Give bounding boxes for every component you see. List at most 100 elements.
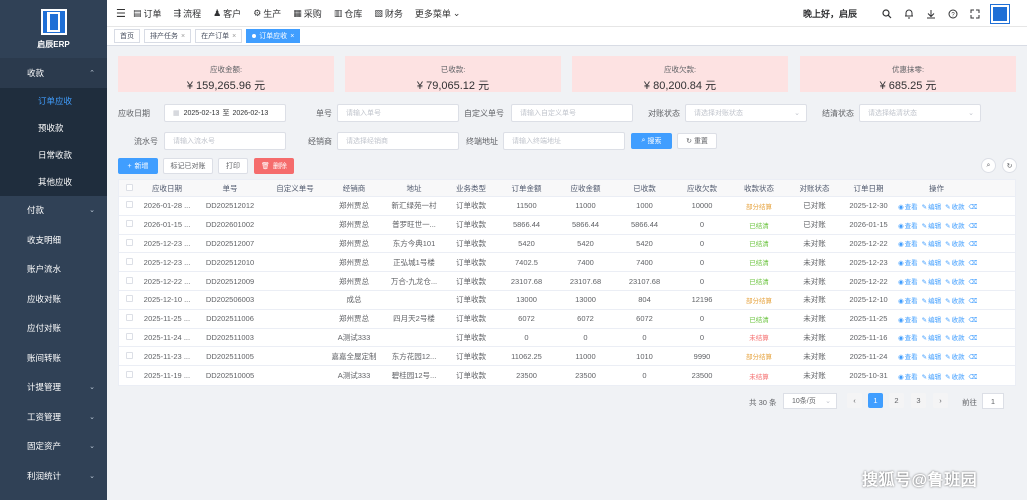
row-checkbox[interactable] — [125, 220, 133, 228]
row-select-cell[interactable] — [119, 332, 139, 342]
hamburger-icon[interactable]: ☰ — [116, 7, 126, 20]
sidebar-subitem[interactable]: 预收款 — [0, 114, 107, 142]
sidebar-item[interactable]: 计提管理 ⌄ — [0, 373, 107, 403]
row-checkbox[interactable] — [125, 351, 133, 359]
row-action-edit[interactable]: ✎编辑 — [922, 223, 941, 230]
row-action-view[interactable]: ◉查看 — [898, 260, 918, 267]
toggle-search-button[interactable]: ⌕ — [981, 158, 996, 173]
row-action-delete[interactable]: ⌫删除 — [969, 335, 977, 342]
sidebar-item[interactable]: 工资管理 ⌄ — [0, 402, 107, 432]
row-action-delete[interactable]: ⌫删除 — [969, 279, 977, 286]
row-action-collect[interactable]: ✎收款 — [945, 298, 964, 305]
row-action-collect[interactable]: ✎收款 — [945, 204, 964, 211]
row-checkbox[interactable] — [125, 201, 133, 209]
page-button[interactable]: 1 — [868, 393, 883, 408]
dealer-select[interactable]: 请选择经销商 — [337, 132, 459, 150]
row-action-delete[interactable]: ⌫删除 — [969, 374, 977, 381]
row-action-edit[interactable]: ✎编辑 — [922, 204, 941, 211]
sidebar-item[interactable]: 付款 ⌄ — [0, 196, 107, 226]
row-action-delete[interactable]: ⌫删除 — [969, 317, 977, 324]
print-button[interactable]: 打印 — [218, 158, 248, 174]
row-action-edit[interactable]: ✎编辑 — [922, 354, 941, 361]
top-nav-item[interactable]: ▦ 采购 — [293, 7, 322, 20]
row-action-view[interactable]: ◉查看 — [898, 241, 918, 248]
sidebar-subitem[interactable]: 其他应收 — [0, 168, 107, 196]
row-action-view[interactable]: ◉查看 — [898, 223, 918, 230]
sidebar-item[interactable]: 账间转账 — [0, 343, 107, 373]
reset-button[interactable]: ↻ 重置 — [677, 133, 717, 149]
row-select-cell[interactable] — [119, 276, 139, 286]
row-action-collect[interactable]: ✎收款 — [945, 335, 964, 342]
row-action-edit[interactable]: ✎编辑 — [922, 374, 941, 381]
row-action-edit[interactable]: ✎编辑 — [922, 317, 941, 324]
row-action-collect[interactable]: ✎收款 — [945, 223, 964, 230]
row-action-edit[interactable]: ✎编辑 — [922, 279, 941, 286]
row-select-cell[interactable] — [119, 314, 139, 323]
avatar[interactable] — [990, 3, 1010, 24]
sidebar-item[interactable]: 固定资产 ⌄ — [0, 432, 107, 462]
close-icon[interactable]: × — [181, 33, 185, 40]
top-nav-item[interactable]: ▤ 订单 — [133, 7, 162, 20]
close-icon[interactable]: × — [290, 33, 294, 40]
close-icon[interactable]: × — [232, 33, 236, 40]
row-checkbox[interactable] — [125, 332, 133, 340]
row-action-edit[interactable]: ✎编辑 — [922, 298, 941, 305]
search-icon[interactable] — [881, 8, 893, 20]
row-select-cell[interactable] — [119, 220, 139, 229]
row-action-view[interactable]: ◉查看 — [898, 204, 918, 211]
page-button[interactable]: 2 — [889, 393, 904, 408]
row-checkbox[interactable] — [125, 314, 133, 322]
date-range-input[interactable]: ▦ 2025-02-13 至 2026-02-13 — [164, 104, 286, 122]
top-nav-item[interactable]: ⇶ 流程 — [174, 7, 202, 20]
tab-tag[interactable]: 在产订单 × — [195, 29, 243, 43]
help-icon[interactable]: ? — [947, 8, 959, 20]
row-action-delete[interactable]: ⌫删除 — [969, 298, 977, 305]
row-action-collect[interactable]: ✎收款 — [945, 241, 964, 248]
row-action-collect[interactable]: ✎收款 — [945, 279, 964, 286]
row-action-collect[interactable]: ✎收款 — [945, 354, 964, 361]
row-action-view[interactable]: ◉查看 — [898, 354, 918, 361]
sidebar-item[interactable]: 应付对账 — [0, 314, 107, 344]
sidebar-item[interactable]: 应收对账 — [0, 284, 107, 314]
serial-input[interactable]: 请输入流水号 — [164, 132, 286, 150]
top-nav-item[interactable]: ♟ 客户 — [213, 7, 241, 20]
mark-reconciled-button[interactable]: 标记已对账 — [163, 158, 213, 174]
more-menu-button[interactable]: 更多菜单 — [415, 7, 451, 20]
tab-tag[interactable]: 订单应收 × — [246, 29, 301, 43]
order-no-input[interactable]: 请输入单号 — [337, 104, 459, 122]
row-action-view[interactable]: ◉查看 — [898, 317, 918, 324]
refresh-button[interactable]: ↻ — [1002, 158, 1017, 173]
sidebar-item[interactable]: 收款 ⌃ — [0, 58, 107, 88]
reconcile-select[interactable]: 请选择对账状态 ⌄ — [685, 104, 807, 122]
row-checkbox[interactable] — [125, 276, 133, 284]
top-nav-item[interactable]: ▧ 财务 — [374, 7, 403, 20]
bell-icon[interactable] — [903, 8, 915, 20]
row-action-delete[interactable]: ⌫删除 — [969, 223, 977, 230]
sidebar-item[interactable]: 利润统计 ⌄ — [0, 461, 107, 491]
row-checkbox[interactable] — [125, 371, 133, 379]
row-action-delete[interactable]: ⌫删除 — [969, 354, 977, 361]
page-button[interactable]: 3 — [911, 393, 926, 408]
sidebar-item[interactable]: 收支明细 — [0, 225, 107, 255]
row-action-view[interactable]: ◉查看 — [898, 279, 918, 286]
top-nav-item[interactable]: ▥ 仓库 — [334, 7, 363, 20]
row-action-edit[interactable]: ✎编辑 — [922, 241, 941, 248]
settle-select[interactable]: 请选择结清状态 ⌄ — [859, 104, 981, 122]
sidebar-item[interactable]: 账户流水 — [0, 255, 107, 285]
terminal-input[interactable]: 请输入终端地址 — [503, 132, 625, 150]
row-action-collect[interactable]: ✎收款 — [945, 317, 964, 324]
prev-page-button[interactable]: ‹ — [847, 393, 862, 408]
custom-no-input[interactable]: 请输入自定义单号 — [511, 104, 633, 122]
add-button[interactable]: + 新增 — [118, 158, 158, 174]
row-action-edit[interactable]: ✎编辑 — [922, 260, 941, 267]
tab-tag[interactable]: 首页 — [114, 29, 140, 43]
tab-tag[interactable]: 排产任务 × — [144, 29, 192, 43]
row-select-cell[interactable] — [119, 201, 139, 210]
row-checkbox[interactable] — [125, 257, 133, 265]
row-select-cell[interactable] — [119, 371, 139, 380]
row-action-view[interactable]: ◉查看 — [898, 374, 918, 381]
sidebar-subitem[interactable]: 订单应收 — [0, 87, 107, 115]
fullscreen-icon[interactable] — [969, 8, 981, 20]
row-select-cell[interactable] — [119, 257, 139, 267]
select-all-checkbox[interactable] — [125, 183, 133, 191]
